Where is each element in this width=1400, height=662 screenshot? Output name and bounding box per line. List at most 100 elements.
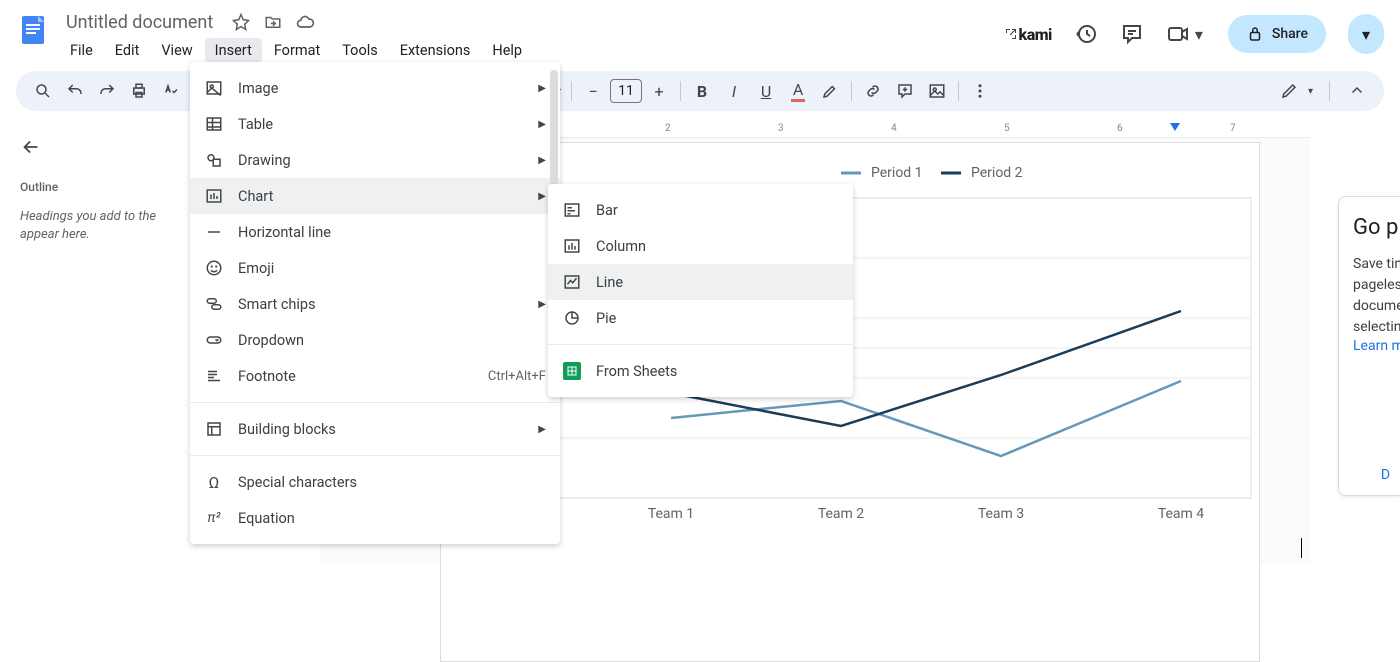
text-cursor bbox=[1301, 538, 1302, 558]
meet-caret-icon[interactable]: ▾ bbox=[1192, 22, 1206, 46]
italic-icon[interactable]: I bbox=[719, 76, 749, 106]
omega-icon: Ω bbox=[204, 472, 224, 492]
hline-icon bbox=[204, 222, 224, 242]
promo-title: Go p bbox=[1353, 215, 1400, 240]
promo-learn-more[interactable]: Learn m bbox=[1353, 338, 1400, 354]
chart-from-sheets[interactable]: From Sheets bbox=[548, 353, 853, 389]
separator bbox=[680, 81, 681, 101]
ruler-tick: 6 bbox=[1117, 123, 1123, 134]
spellcheck-icon[interactable] bbox=[156, 76, 186, 106]
image-icon bbox=[204, 78, 224, 98]
table-icon bbox=[204, 114, 224, 134]
insert-equation[interactable]: π²Equation bbox=[190, 500, 560, 536]
menu-insert[interactable]: Insert bbox=[205, 38, 262, 63]
comments-icon[interactable] bbox=[1120, 22, 1144, 46]
search-icon[interactable] bbox=[28, 76, 58, 106]
menu-tools[interactable]: Tools bbox=[332, 38, 388, 63]
kami-extension[interactable]: kami bbox=[1005, 25, 1052, 44]
insert-table[interactable]: Table▶ bbox=[190, 106, 560, 142]
bold-icon[interactable]: B bbox=[687, 76, 717, 106]
bar-chart-icon bbox=[562, 200, 582, 220]
ruler-tick: 7 bbox=[1230, 123, 1236, 134]
legend-period1: Period 1 bbox=[871, 165, 923, 181]
insert-hline[interactable]: Horizontal line bbox=[190, 214, 560, 250]
blocks-icon bbox=[204, 419, 224, 439]
insert-smart-chips[interactable]: Smart chips▶ bbox=[190, 286, 560, 322]
font-size-minus-icon[interactable]: − bbox=[578, 76, 608, 106]
ruler-tick: 5 bbox=[1004, 123, 1010, 134]
outline-back-icon[interactable] bbox=[20, 136, 44, 160]
menu-view[interactable]: View bbox=[151, 38, 202, 63]
sheets-icon bbox=[562, 361, 582, 381]
pi-icon: π² bbox=[204, 508, 224, 528]
redo-icon[interactable] bbox=[92, 76, 122, 106]
pie-chart-icon bbox=[562, 308, 582, 328]
menu-separator bbox=[190, 455, 560, 456]
tab-marker-icon[interactable] bbox=[1170, 123, 1180, 131]
undo-icon[interactable] bbox=[60, 76, 90, 106]
menu-format[interactable]: Format bbox=[264, 38, 330, 63]
separator bbox=[958, 81, 959, 101]
insert-dropdown-chip[interactable]: Dropdown bbox=[190, 322, 560, 358]
insert-drawing[interactable]: Drawing▶ bbox=[190, 142, 560, 178]
ruler-tick: 2 bbox=[665, 123, 671, 134]
menu-extensions[interactable]: Extensions bbox=[390, 38, 481, 63]
dropdown-scrollbar[interactable] bbox=[550, 70, 558, 190]
chevron-right-icon: ▶ bbox=[538, 83, 546, 94]
chart-icon bbox=[204, 186, 224, 206]
share-label: Share bbox=[1272, 26, 1308, 42]
title-area: Untitled document File Edit View Insert … bbox=[60, 8, 1005, 63]
more-icon[interactable] bbox=[965, 76, 995, 106]
separator bbox=[1329, 81, 1330, 101]
promo-line: pageles bbox=[1353, 275, 1400, 296]
menu-file[interactable]: File bbox=[60, 38, 103, 63]
editing-caret-icon[interactable]: ▾ bbox=[1308, 86, 1313, 97]
legend-period2: Period 2 bbox=[971, 165, 1023, 181]
insert-link-icon[interactable] bbox=[858, 76, 888, 106]
chart-line[interactable]: Line bbox=[548, 264, 853, 300]
history-icon[interactable] bbox=[1074, 22, 1098, 46]
chevron-right-icon: ▶ bbox=[538, 299, 546, 310]
font-size-plus-icon[interactable]: + bbox=[644, 76, 674, 106]
insert-special-chars[interactable]: ΩSpecial characters bbox=[190, 464, 560, 500]
chart-column[interactable]: Column bbox=[548, 228, 853, 264]
document-title[interactable]: Untitled document bbox=[60, 10, 219, 35]
chart-pie[interactable]: Pie bbox=[548, 300, 853, 336]
star-icon[interactable] bbox=[231, 12, 251, 32]
chart-bar[interactable]: Bar bbox=[548, 192, 853, 228]
add-comment-icon[interactable] bbox=[890, 76, 920, 106]
docs-logo[interactable] bbox=[16, 12, 52, 48]
editing-mode-icon[interactable] bbox=[1274, 76, 1304, 106]
insert-emoji[interactable]: Emoji bbox=[190, 250, 560, 286]
promo-dismiss[interactable]: D bbox=[1381, 467, 1390, 483]
pageless-promo-panel: Go p Save tin pageles docume selectin Le… bbox=[1338, 196, 1400, 496]
meet-icon[interactable] bbox=[1166, 22, 1190, 46]
collapse-icon[interactable] bbox=[1342, 76, 1372, 106]
dropdown-icon bbox=[204, 330, 224, 350]
insert-image[interactable]: Image▶ bbox=[190, 70, 560, 106]
print-icon[interactable] bbox=[124, 76, 154, 106]
shortcut: Ctrl+Alt+F bbox=[488, 369, 546, 384]
font-size-input[interactable]: 11 bbox=[610, 79, 642, 103]
menu-help[interactable]: Help bbox=[482, 38, 532, 63]
insert-image-icon[interactable] bbox=[922, 76, 952, 106]
underline-icon[interactable]: U bbox=[751, 76, 781, 106]
insert-dropdown: Image▶ Table▶ Drawing▶ Chart▶ Horizontal… bbox=[190, 62, 560, 544]
insert-footnote[interactable]: FootnoteCtrl+Alt+F bbox=[190, 358, 560, 394]
promo-line: Save tin bbox=[1353, 254, 1400, 275]
cloud-status-icon[interactable] bbox=[295, 12, 315, 32]
move-icon[interactable] bbox=[263, 12, 283, 32]
header-right: kami ▾ Share ▾ bbox=[1005, 14, 1384, 54]
highlight-icon[interactable] bbox=[815, 76, 845, 106]
separator bbox=[571, 81, 572, 101]
promo-line: docume bbox=[1353, 296, 1400, 317]
menu-edit[interactable]: Edit bbox=[105, 38, 150, 63]
chart-submenu: Bar Column Line Pie From Sheets bbox=[548, 184, 853, 397]
column-chart-icon bbox=[562, 236, 582, 256]
share-caret[interactable]: ▾ bbox=[1348, 14, 1384, 54]
chevron-right-icon: ▶ bbox=[538, 424, 546, 435]
text-color-icon[interactable]: A bbox=[783, 76, 813, 106]
share-button[interactable]: Share bbox=[1228, 15, 1326, 53]
insert-building-blocks[interactable]: Building blocks▶ bbox=[190, 411, 560, 447]
insert-chart[interactable]: Chart▶ bbox=[190, 178, 560, 214]
